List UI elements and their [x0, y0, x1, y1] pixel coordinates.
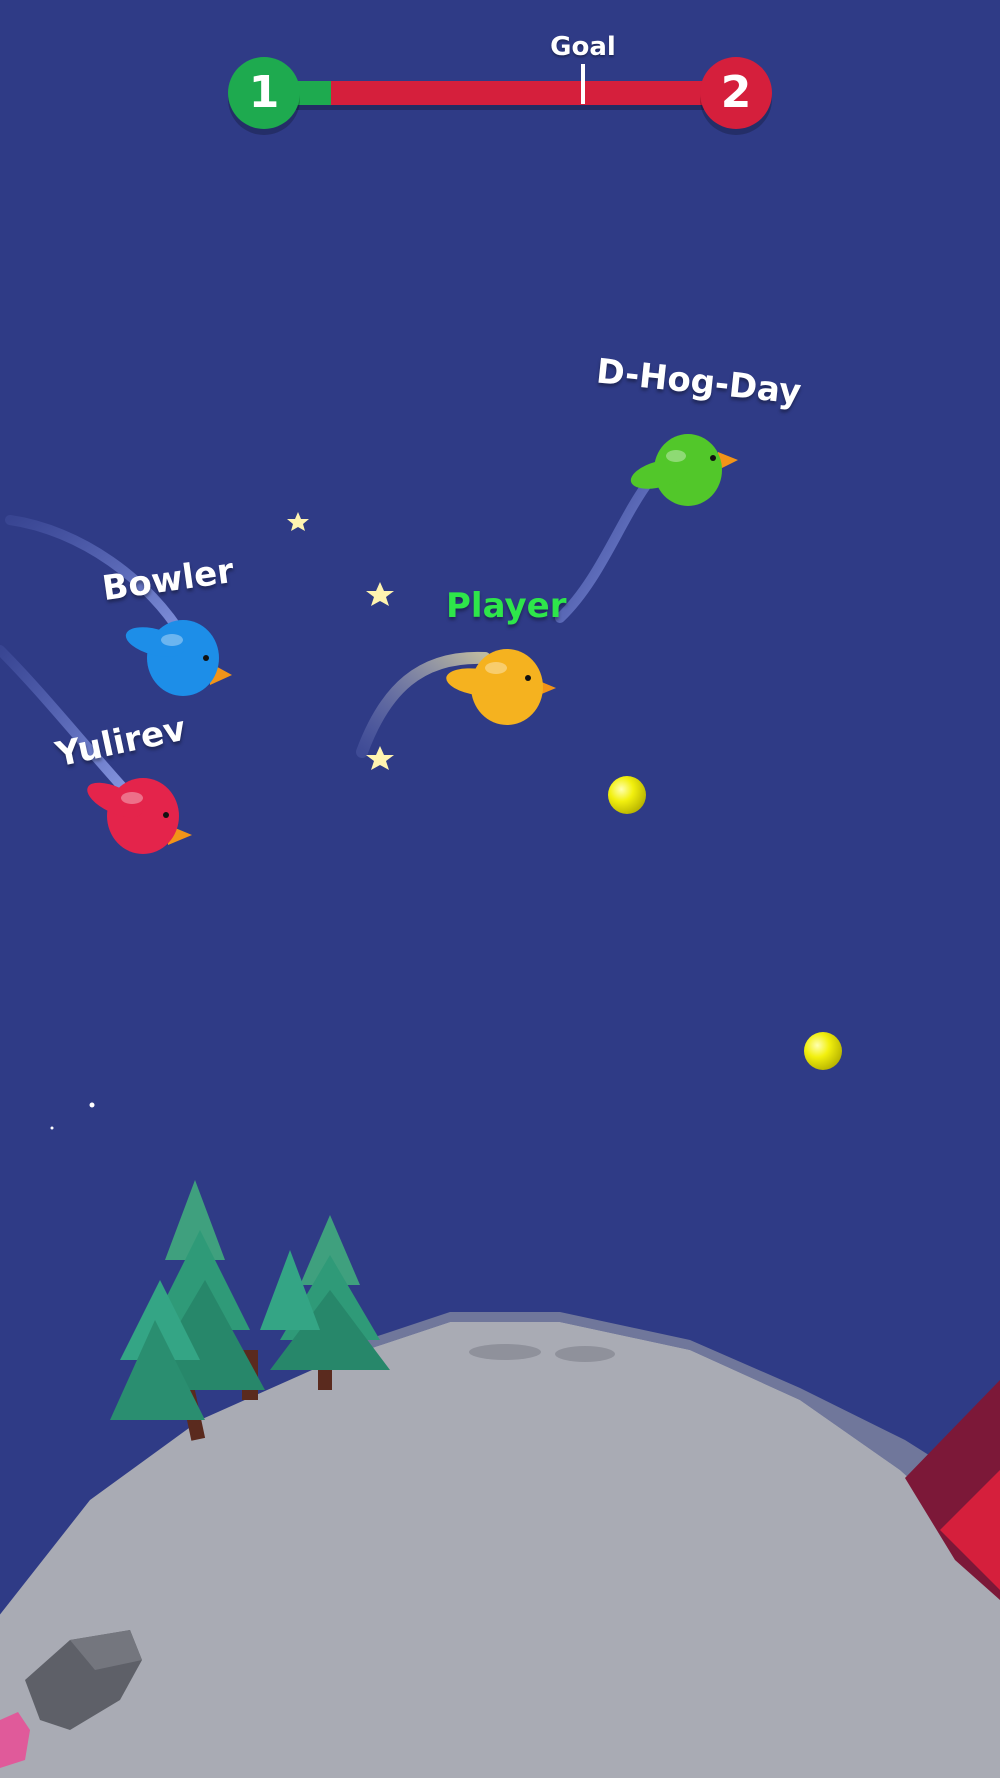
next-level-badge: 2: [700, 57, 772, 129]
bird-bowler: [125, 620, 232, 696]
sparkle: [50, 1126, 54, 1130]
yellow-orb: [608, 776, 646, 814]
level-progress: Goal 1 2: [228, 32, 773, 150]
star-icon: [287, 512, 394, 770]
yellow-orb: [804, 1032, 842, 1070]
sparkle: [89, 1102, 95, 1108]
goal-marker: [581, 64, 585, 104]
bird-yulirev: [87, 778, 192, 854]
goal-label: Goal: [550, 32, 616, 62]
name-tag-player: Player: [446, 586, 567, 626]
bird-shadow: [555, 1346, 615, 1362]
game-scene[interactable]: D-Hog-Day Bowler Player Yulirev Goal 1 2: [0, 0, 1000, 1778]
trail-d-hog-day: [555, 475, 655, 623]
progress-track: [288, 81, 713, 105]
game-world: [0, 434, 1000, 1778]
current-level-badge: 1: [228, 57, 300, 129]
bird-shadow: [469, 1344, 541, 1360]
